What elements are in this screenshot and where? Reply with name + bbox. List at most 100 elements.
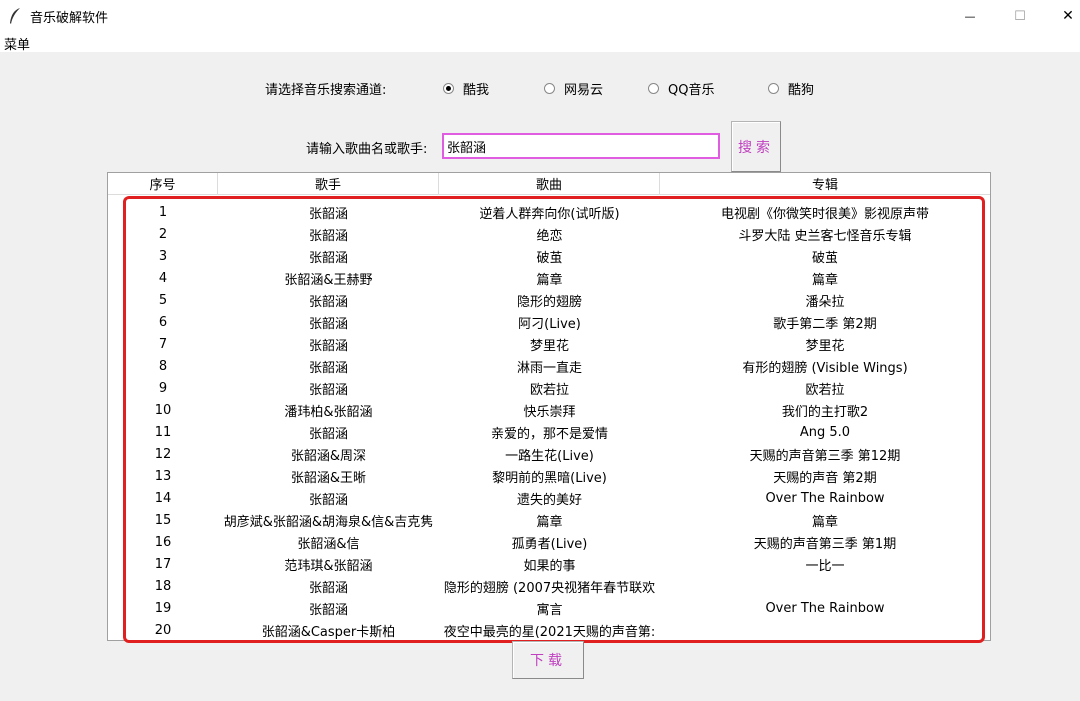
search-button[interactable]: 搜索 — [731, 121, 781, 172]
radio-kugou[interactable]: 酷狗 — [768, 79, 814, 98]
table-row[interactable]: 12 张韶涵&周深 一路生花(Live) 天赐的声音第三季 第12期 — [108, 443, 990, 465]
table-row[interactable]: 8 张韶涵 淋雨一直走 有形的翅膀 (Visible Wings) — [108, 355, 990, 377]
radio-checked-icon — [443, 83, 454, 94]
cell-index: 5 — [158, 292, 168, 308]
cell-song: 隐形的翅膀 — [516, 294, 582, 310]
column-header-singer[interactable]: 歌手 — [218, 173, 439, 195]
table-row[interactable]: 13 张韶涵&王晰 黎明前的黑暗(Live) 天赐的声音 第2期 — [108, 465, 990, 487]
cell-index: 18 — [154, 578, 172, 594]
column-header-album[interactable]: 专辑 — [660, 173, 990, 195]
minimize-button[interactable]: — — [948, 2, 992, 30]
title-bar: 音乐破解软件 — ☐ ✕ — [0, 0, 1080, 32]
cell-index: 13 — [154, 468, 172, 484]
cell-album: Ang 5.0 — [799, 424, 851, 440]
cell-index: 20 — [154, 622, 172, 638]
menu-item-main[interactable]: 菜单 — [4, 34, 30, 53]
table-row[interactable]: 16 张韶涵&信 孤勇者(Live) 天赐的声音第三季 第1期 — [108, 531, 990, 553]
table-header: 序号 歌手 歌曲 专辑 — [108, 173, 990, 195]
cell-song: 隐形的翅膀 (2007央视猪年春节联欢 — [443, 580, 656, 596]
cell-album: 我们的主打歌2 — [781, 404, 869, 420]
table-row[interactable]: 6 张韶涵 阿刁(Live) 歌手第二季 第2期 — [108, 311, 990, 333]
download-button[interactable]: 下载 — [512, 641, 584, 679]
cell-singer: 张韶涵&Casper卡斯柏 — [261, 624, 396, 640]
cell-album: 欧若拉 — [805, 382, 845, 398]
cell-index: 17 — [154, 556, 172, 572]
cell-singer: 张韶涵 — [308, 228, 348, 244]
cell-singer: 潘玮柏&张韶涵 — [284, 404, 373, 420]
cell-song: 一路生花(Live) — [505, 448, 594, 464]
table-row[interactable]: 11 张韶涵 亲爱的，那不是爱情 Ang 5.0 — [108, 421, 990, 443]
cell-album: 天赐的声音第三季 第1期 — [753, 536, 897, 552]
cell-singer: 张韶涵&周深 — [290, 448, 367, 464]
maximize-icon: ☐ — [1014, 8, 1026, 24]
radio-unchecked-icon — [544, 83, 555, 94]
cell-singer: 范玮琪&张韶涵 — [284, 558, 373, 574]
table-row[interactable]: 17 范玮琪&张韶涵 如果的事 一比一 — [108, 553, 990, 575]
minimize-icon: — — [964, 9, 976, 23]
cell-singer: 张韶涵 — [308, 360, 348, 376]
cell-song: 寓言 — [536, 602, 563, 618]
table-row[interactable]: 2 张韶涵 绝恋 斗罗大陆 史兰客七怪音乐专辑 — [108, 223, 990, 245]
cell-singer: 胡彦斌&张韶涵&胡海泉&信&吉克隽 — [223, 514, 434, 530]
table-row[interactable]: 15 胡彦斌&张韶涵&胡海泉&信&吉克隽 篇章 篇章 — [108, 509, 990, 531]
table-row[interactable]: 10 潘玮柏&张韶涵 快乐崇拜 我们的主打歌2 — [108, 399, 990, 421]
radio-qqmusic[interactable]: QQ音乐 — [648, 79, 714, 98]
cell-album: 篇章 — [811, 272, 838, 288]
cell-album — [660, 575, 990, 597]
cell-index: 8 — [158, 358, 168, 374]
results-table[interactable]: 序号 歌手 歌曲 专辑 1 张韶涵 逆着人群奔向你(试听版) 电视剧《你微笑时很美》影… — [107, 172, 991, 641]
cell-index: 1 — [158, 204, 168, 220]
cell-album: Over The Rainbow — [765, 600, 885, 616]
cell-album: 篇章 — [811, 514, 838, 530]
cell-song: 破茧 — [536, 250, 563, 266]
cell-index: 7 — [158, 336, 168, 352]
cell-index: 6 — [158, 314, 168, 330]
table-row[interactable]: 9 张韶涵 欧若拉 欧若拉 — [108, 377, 990, 399]
cell-song: 快乐崇拜 — [523, 404, 576, 420]
close-icon: ✕ — [1062, 8, 1074, 24]
cell-singer: 张韶涵 — [308, 206, 348, 222]
cell-singer: 张韶涵&王晰 — [290, 470, 367, 486]
cell-index: 3 — [158, 248, 168, 264]
cell-album: 歌手第二季 第2期 — [773, 316, 877, 332]
cell-song: 逆着人群奔向你(试听版) — [479, 206, 620, 222]
cell-song: 篇章 — [536, 514, 563, 530]
cell-album — [660, 619, 990, 641]
maximize-button[interactable]: ☐ — [998, 2, 1042, 30]
cell-album: 有形的翅膀 (Visible Wings) — [742, 360, 908, 376]
table-row[interactable]: 7 张韶涵 梦里花 梦里花 — [108, 333, 990, 355]
cell-singer: 张韶涵 — [308, 316, 348, 332]
table-row[interactable]: 3 张韶涵 破茧 破茧 — [108, 245, 990, 267]
cell-singer: 张韶涵 — [308, 492, 348, 508]
radio-netease[interactable]: 网易云 — [544, 79, 603, 98]
cell-singer: 张韶涵 — [308, 580, 348, 596]
table-row[interactable]: 1 张韶涵 逆着人群奔向你(试听版) 电视剧《你微笑时很美》影视原声带 — [108, 201, 990, 223]
radio-label: 酷狗 — [788, 83, 815, 98]
cell-song: 篇章 — [536, 272, 563, 288]
table-body: 1 张韶涵 逆着人群奔向你(试听版) 电视剧《你微笑时很美》影视原声带 2 张韶涵 绝恋 斗罗… — [108, 201, 990, 641]
table-row[interactable]: 5 张韶涵 隐形的翅膀 潘朵拉 — [108, 289, 990, 311]
table-row[interactable]: 4 张韶涵&王赫野 篇章 篇章 — [108, 267, 990, 289]
column-header-song[interactable]: 歌曲 — [439, 173, 660, 195]
radio-label: QQ音乐 — [668, 83, 715, 98]
cell-index: 9 — [158, 380, 168, 396]
cell-album: 破茧 — [811, 250, 838, 266]
table-row[interactable]: 19 张韶涵 寓言 Over The Rainbow — [108, 597, 990, 619]
column-header-index[interactable]: 序号 — [108, 173, 218, 195]
cell-song: 遗失的美好 — [516, 492, 582, 508]
cell-singer: 张韶涵 — [308, 602, 348, 618]
cell-album: 梦里花 — [805, 338, 845, 354]
cell-album: 电视剧《你微笑时很美》影视原声带 — [720, 206, 929, 222]
cell-song: 黎明前的黑暗(Live) — [492, 470, 607, 486]
radio-kuwo[interactable]: 酷我 — [443, 79, 489, 98]
channel-label: 请选择音乐搜索通道: — [265, 83, 387, 98]
cell-album: 潘朵拉 — [805, 294, 845, 310]
cell-index: 15 — [154, 512, 172, 528]
table-row[interactable]: 14 张韶涵 遗失的美好 Over The Rainbow — [108, 487, 990, 509]
cell-singer: 张韶涵 — [308, 338, 348, 354]
search-input[interactable] — [442, 133, 720, 159]
close-button[interactable]: ✕ — [1046, 2, 1080, 30]
radio-label: 酷我 — [463, 83, 490, 98]
table-row[interactable]: 18 张韶涵 隐形的翅膀 (2007央视猪年春节联欢 — [108, 575, 990, 597]
table-row[interactable]: 20 张韶涵&Casper卡斯柏 夜空中最亮的星(2021天赐的声音第: — [108, 619, 990, 641]
